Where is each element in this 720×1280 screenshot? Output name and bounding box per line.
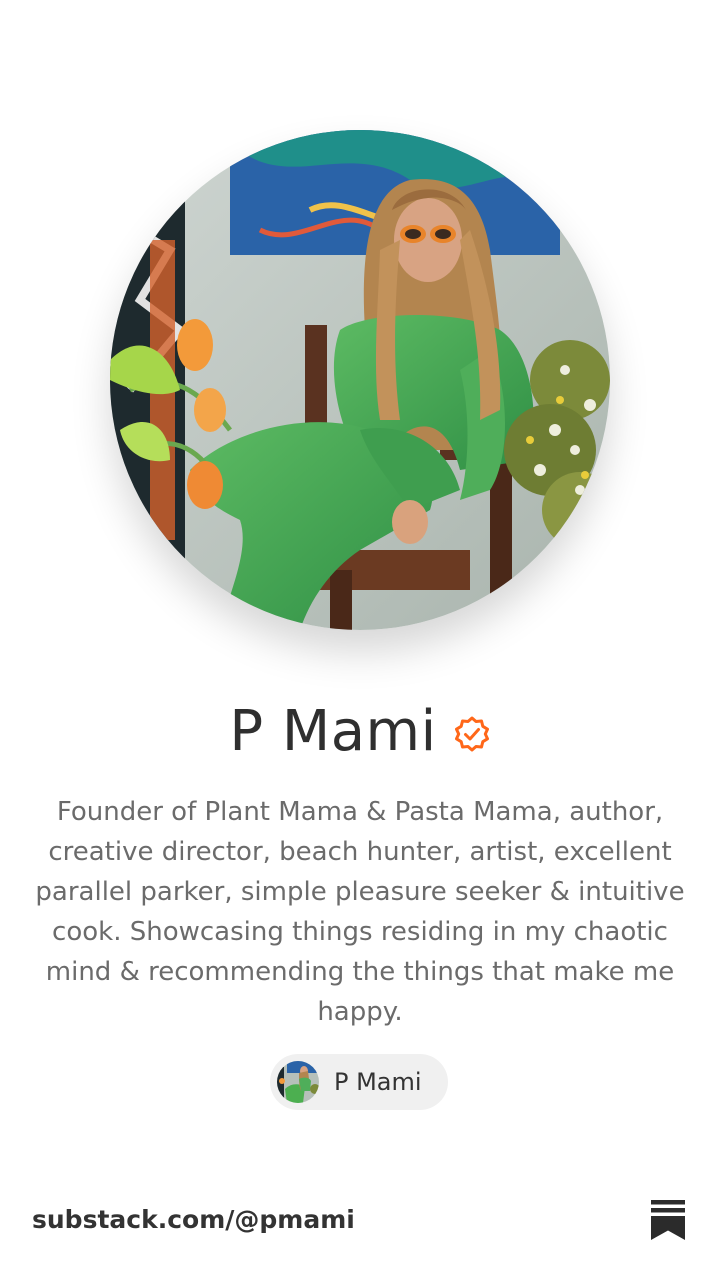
profile-card: P Mami Founder of Plant Mama & Pasta Mam… [0, 0, 720, 1280]
profile-photo [110, 130, 610, 630]
profile-url[interactable]: substack.com/@pmami [32, 1200, 355, 1240]
verified-badge-icon [453, 715, 491, 753]
profile-name: P Mami [229, 699, 437, 764]
publication-avatar [277, 1061, 319, 1103]
publication-chip[interactable]: P Mami [270, 1054, 448, 1110]
publication-chip-label: P Mami [334, 1068, 422, 1096]
substack-logo-icon[interactable] [651, 1200, 685, 1240]
profile-photo-illustration [110, 130, 610, 630]
profile-name-row: P Mami [0, 692, 720, 772]
profile-bio: Founder of Plant Mama & Pasta Mama, auth… [35, 797, 685, 1027]
